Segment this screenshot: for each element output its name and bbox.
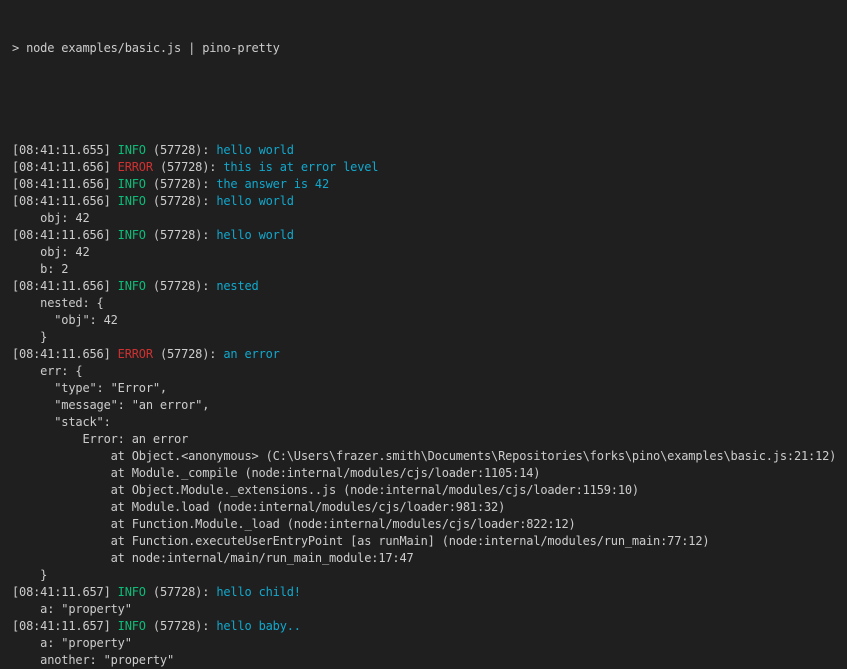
log-level: INFO xyxy=(118,143,146,157)
log-line: [08:41:11.656] ERROR (57728): this is at… xyxy=(12,159,843,176)
log-line: } xyxy=(12,329,843,346)
log-timestamp: [08:41:11.656] xyxy=(12,177,118,191)
log-line: [08:41:11.656] ERROR (57728): an error xyxy=(12,346,843,363)
log-text: another: "property" xyxy=(12,653,174,667)
log-level: INFO xyxy=(118,228,146,242)
log-message: an error xyxy=(223,347,279,361)
terminal[interactable]: > node examples/basic.js | pino-pretty [… xyxy=(0,0,847,669)
log-line: at node:internal/main/run_main_module:17… xyxy=(12,550,843,567)
log-timestamp: [08:41:11.657] xyxy=(12,585,118,599)
log-line: a: "property" xyxy=(12,635,843,652)
log-text: "type": "Error", xyxy=(12,381,167,395)
log-text: (57728): xyxy=(146,279,216,293)
log-line: err: { xyxy=(12,363,843,380)
log-line: a: "property" xyxy=(12,601,843,618)
log-text: Error: an error xyxy=(12,432,188,446)
log-text: at Module.load (node:internal/modules/cj… xyxy=(12,500,505,514)
log-text: (57728): xyxy=(146,228,216,242)
log-text: err: { xyxy=(12,364,82,378)
log-line: "obj": 42 xyxy=(12,312,843,329)
log-line: at Function.Module._load (node:internal/… xyxy=(12,516,843,533)
log-output: [08:41:11.655] INFO (57728): hello world… xyxy=(12,142,843,669)
log-line: "type": "Error", xyxy=(12,380,843,397)
log-message: hello baby.. xyxy=(216,619,301,633)
log-text: at Function.executeUserEntryPoint [as ru… xyxy=(12,534,709,548)
log-text: b: 2 xyxy=(12,262,68,276)
log-text: (57728): xyxy=(146,619,216,633)
log-timestamp: [08:41:11.657] xyxy=(12,619,118,633)
log-line: [08:41:11.656] INFO (57728): the answer … xyxy=(12,176,843,193)
log-message: hello child! xyxy=(216,585,301,599)
log-line: at Function.executeUserEntryPoint [as ru… xyxy=(12,533,843,550)
log-text: a: "property" xyxy=(12,636,132,650)
log-line: Error: an error xyxy=(12,431,843,448)
log-message: nested xyxy=(216,279,258,293)
log-line: [08:41:11.656] INFO (57728): nested xyxy=(12,278,843,295)
log-line: [08:41:11.657] INFO (57728): hello baby.… xyxy=(12,618,843,635)
log-text: at Object.<anonymous> (C:\Users\frazer.s… xyxy=(12,449,836,463)
log-text: (57728): xyxy=(153,160,223,174)
log-level: INFO xyxy=(118,619,146,633)
log-timestamp: [08:41:11.656] xyxy=(12,194,118,208)
blank-line xyxy=(12,91,843,108)
log-line: [08:41:11.656] INFO (57728): hello world xyxy=(12,193,843,210)
log-line: obj: 42 xyxy=(12,210,843,227)
log-text: nested: { xyxy=(12,296,104,310)
log-line: "stack": xyxy=(12,414,843,431)
log-message: the answer is 42 xyxy=(216,177,329,191)
log-level: ERROR xyxy=(118,160,153,174)
log-text: obj: 42 xyxy=(12,211,90,225)
log-line: at Object.<anonymous> (C:\Users\frazer.s… xyxy=(12,448,843,465)
log-line: at Module._compile (node:internal/module… xyxy=(12,465,843,482)
log-line: [08:41:11.657] INFO (57728): hello child… xyxy=(12,584,843,601)
log-line: obj: 42 xyxy=(12,244,843,261)
log-timestamp: [08:41:11.656] xyxy=(12,228,118,242)
log-text: at Module._compile (node:internal/module… xyxy=(12,466,540,480)
log-text: } xyxy=(12,568,47,582)
log-text: "message": "an error", xyxy=(12,398,209,412)
log-line: nested: { xyxy=(12,295,843,312)
log-line: "message": "an error", xyxy=(12,397,843,414)
log-line: } xyxy=(12,567,843,584)
log-text: obj: 42 xyxy=(12,245,90,259)
log-line: at Module.load (node:internal/modules/cj… xyxy=(12,499,843,516)
log-level: INFO xyxy=(118,177,146,191)
log-text: at Function.Module._load (node:internal/… xyxy=(12,517,576,531)
log-message: this is at error level xyxy=(223,160,378,174)
log-timestamp: [08:41:11.655] xyxy=(12,143,118,157)
log-text: "stack": xyxy=(12,415,111,429)
log-level: INFO xyxy=(118,585,146,599)
log-text: "obj": 42 xyxy=(12,313,118,327)
log-text: (57728): xyxy=(146,194,216,208)
log-level: INFO xyxy=(118,194,146,208)
log-timestamp: [08:41:11.656] xyxy=(12,279,118,293)
log-text: at node:internal/main/run_main_module:17… xyxy=(12,551,414,565)
log-text: (57728): xyxy=(153,347,223,361)
log-text: (57728): xyxy=(146,177,216,191)
log-text: (57728): xyxy=(146,585,216,599)
log-line: [08:41:11.655] INFO (57728): hello world xyxy=(12,142,843,159)
log-line: at Object.Module._extensions..js (node:i… xyxy=(12,482,843,499)
log-timestamp: [08:41:11.656] xyxy=(12,160,118,174)
log-level: INFO xyxy=(118,279,146,293)
log-message: hello world xyxy=(216,143,294,157)
log-line: another: "property" xyxy=(12,652,843,669)
log-text: } xyxy=(12,330,47,344)
log-message: hello world xyxy=(216,228,294,242)
log-text: a: "property" xyxy=(12,602,132,616)
log-message: hello world xyxy=(216,194,294,208)
log-text: (57728): xyxy=(146,143,216,157)
log-text: at Object.Module._extensions..js (node:i… xyxy=(12,483,639,497)
command-line: > node examples/basic.js | pino-pretty xyxy=(12,40,843,57)
log-level: ERROR xyxy=(118,347,153,361)
log-line: [08:41:11.656] INFO (57728): hello world xyxy=(12,227,843,244)
log-line: b: 2 xyxy=(12,261,843,278)
log-timestamp: [08:41:11.656] xyxy=(12,347,118,361)
